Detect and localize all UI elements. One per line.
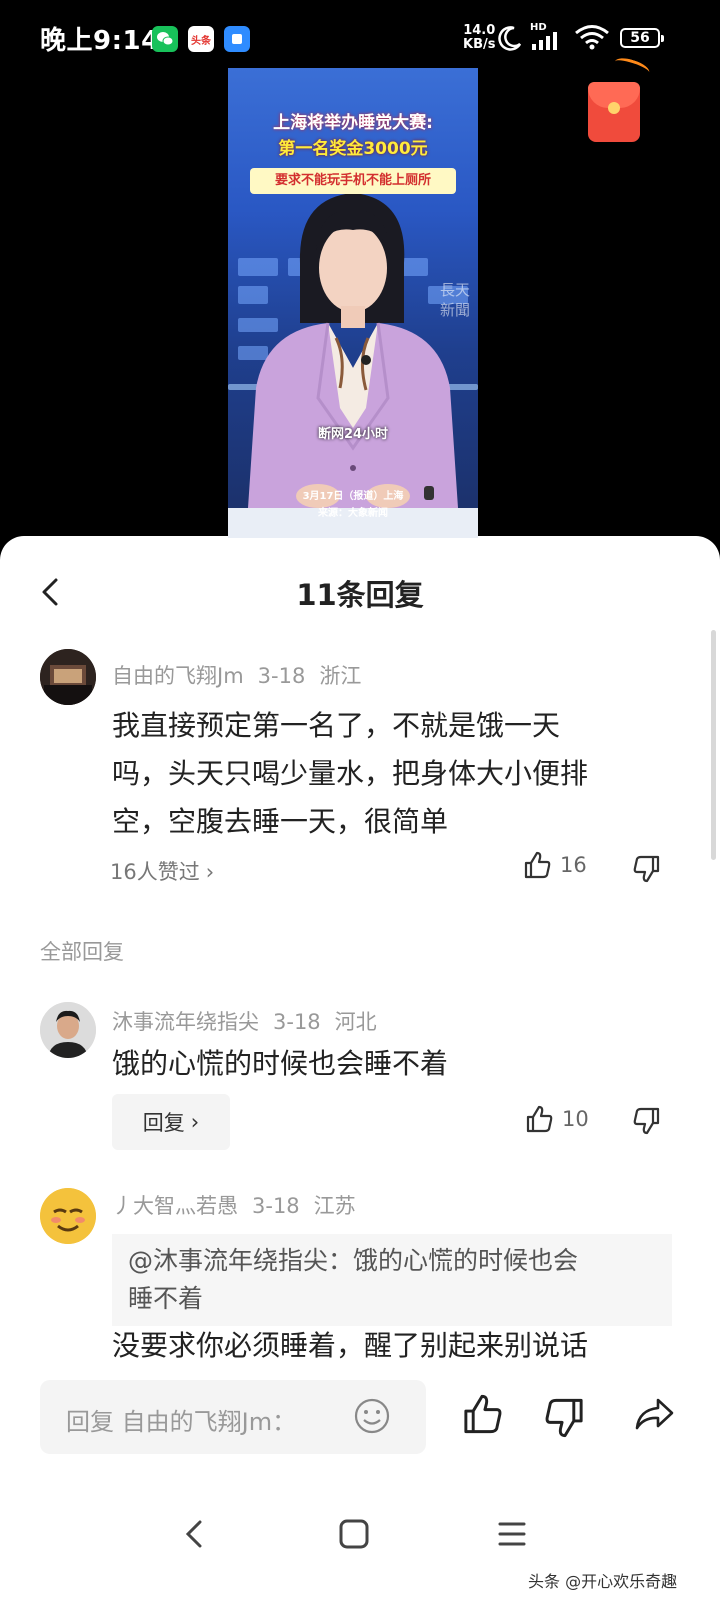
reply-button[interactable]: 回复 › bbox=[112, 1094, 230, 1150]
avatar-reply-1[interactable] bbox=[40, 1002, 96, 1058]
video-player[interactable]: 上海将举办睡觉大赛: 第一名奖金3000元 要求不能玩手机不能上厕所 長天新聞 … bbox=[228, 68, 478, 538]
nav-menu-icon[interactable] bbox=[496, 1518, 528, 1550]
reply-1-text: 饿的心慌的时候也会睡不着 bbox=[112, 1047, 449, 1080]
reply-author[interactable]: 沐事流年绕指尖 bbox=[112, 1010, 259, 1034]
wifi-icon bbox=[575, 25, 609, 50]
sheet-header: 11条回复 bbox=[0, 536, 720, 636]
main-comment-author[interactable]: 自由的飞翔Jm bbox=[112, 664, 244, 688]
network-speed: 14.0 KB/s bbox=[463, 24, 495, 52]
thumbs-up-icon bbox=[526, 1105, 553, 1133]
quoted-reply-line: @沐事流年绕指尖：饿的心慌的时候也会 bbox=[128, 1246, 579, 1275]
main-comment-text: 我直接预定第一名了，不就是饿一天 吗，头天只喝少量水，把身体大小便排 空，空腹去… bbox=[112, 702, 588, 846]
nav-home-icon[interactable] bbox=[338, 1518, 370, 1550]
liked-by-link[interactable]: 16人赞过 › bbox=[110, 856, 228, 886]
thumbs-down-icon[interactable] bbox=[632, 854, 662, 884]
all-replies-label: 全部回复 bbox=[40, 940, 124, 964]
chevron-right-icon: › bbox=[190, 1110, 200, 1134]
video-info: 3月17日（报道）上海 来源：大象新闻 bbox=[228, 488, 478, 522]
thumbs-down-icon[interactable] bbox=[543, 1396, 587, 1440]
moon-icon bbox=[498, 26, 522, 51]
reply-2-meta: 丿大智灬若愚 3-18 江苏 bbox=[112, 1190, 370, 1220]
quoted-reply: @沐事流年绕指尖：饿的心慌的时候也会 睡不着 bbox=[112, 1234, 672, 1326]
video-headline-line1: 上海将举办睡觉大赛: bbox=[273, 113, 433, 133]
red-packet-icon[interactable] bbox=[588, 82, 640, 142]
emoji-icon[interactable] bbox=[352, 1396, 392, 1436]
main-comment-meta: 自由的飞翔Jm 3-18 浙江 bbox=[112, 660, 375, 690]
reply-2-text: 没要求你必须睡着，醒了别起来别说话 bbox=[112, 1329, 589, 1362]
battery-indicator: 56 bbox=[620, 28, 664, 48]
reply-date: 3-18 bbox=[252, 1194, 300, 1218]
reply-input-bar: 回复 自由的飞翔Jm： bbox=[0, 1368, 720, 1468]
scrollbar[interactable] bbox=[711, 630, 716, 860]
nav-back-icon[interactable] bbox=[180, 1514, 210, 1554]
video-headline-line2: 第一名奖金3000元 bbox=[278, 139, 428, 159]
reply-location: 河北 bbox=[334, 1010, 377, 1034]
liked-by-label: 16人赞过 bbox=[110, 860, 200, 884]
status-bar: 晚上9:14 头条 14.0 KB/s HD 56 bbox=[0, 0, 720, 70]
sheet-title: 11条回复 bbox=[296, 578, 424, 612]
thumbs-down-icon[interactable] bbox=[632, 1106, 662, 1136]
avatar-main-comment[interactable] bbox=[40, 649, 96, 705]
reply-location: 江苏 bbox=[313, 1194, 356, 1218]
reply-button-label: 回复 bbox=[142, 1111, 185, 1135]
main-comment-line: 吗，头天只喝少量水，把身体大小便排 bbox=[112, 757, 589, 790]
reply-author[interactable]: 丿大智灬若愚 bbox=[112, 1194, 238, 1218]
reply-1-meta: 沐事流年绕指尖 3-18 河北 bbox=[112, 1006, 391, 1036]
reply-date: 3-18 bbox=[273, 1010, 321, 1034]
network-speed-value: 14.0 bbox=[463, 23, 496, 38]
video-subtitle: 断网24小时 bbox=[317, 427, 389, 442]
thumbs-up-icon bbox=[524, 851, 551, 879]
main-comment-like-button[interactable]: 16 bbox=[522, 850, 587, 880]
reply-1-like-count: 10 bbox=[562, 1107, 589, 1131]
reply-1-like-button[interactable]: 10 bbox=[524, 1104, 589, 1134]
video-info-date: 3月17日（报道）上海 bbox=[302, 491, 404, 502]
quoted-reply-line: 睡不着 bbox=[128, 1284, 204, 1313]
status-time: 晚上9:14 bbox=[40, 26, 160, 56]
reply-input[interactable]: 回复 自由的飞翔Jm： bbox=[40, 1380, 426, 1454]
thumbs-up-icon[interactable] bbox=[460, 1392, 504, 1436]
wechat-icon bbox=[152, 26, 178, 52]
chevron-right-icon: › bbox=[205, 860, 215, 884]
cellular-signal-icon bbox=[532, 32, 557, 50]
station-watermark: 長天新聞 bbox=[440, 281, 471, 319]
main-comment-line: 空，空腹去睡一天，很简单 bbox=[112, 805, 449, 838]
toutiao-app-icon: 头条 bbox=[188, 26, 214, 52]
video-info-source: 来源：大象新闻 bbox=[318, 508, 388, 519]
main-comment-like-count: 16 bbox=[560, 853, 587, 877]
main-comment-location: 浙江 bbox=[319, 664, 362, 688]
network-speed-unit: KB/s bbox=[463, 37, 496, 52]
main-comment-line: 我直接预定第一名了，不就是饿一天 bbox=[112, 709, 561, 742]
notes-app-icon bbox=[224, 26, 250, 52]
share-icon[interactable] bbox=[632, 1392, 676, 1436]
video-headline-line3: 要求不能玩手机不能上厕所 bbox=[250, 168, 456, 194]
main-comment-date: 3-18 bbox=[257, 664, 306, 688]
toutiao-badge-label: 头条 bbox=[191, 35, 211, 47]
avatar-reply-2[interactable] bbox=[40, 1188, 96, 1244]
reply-input-placeholder: 回复 自由的飞翔Jm： bbox=[66, 1408, 297, 1436]
toutiao-watermark: 头条 @开心欢乐奇趣 bbox=[528, 1572, 678, 1591]
